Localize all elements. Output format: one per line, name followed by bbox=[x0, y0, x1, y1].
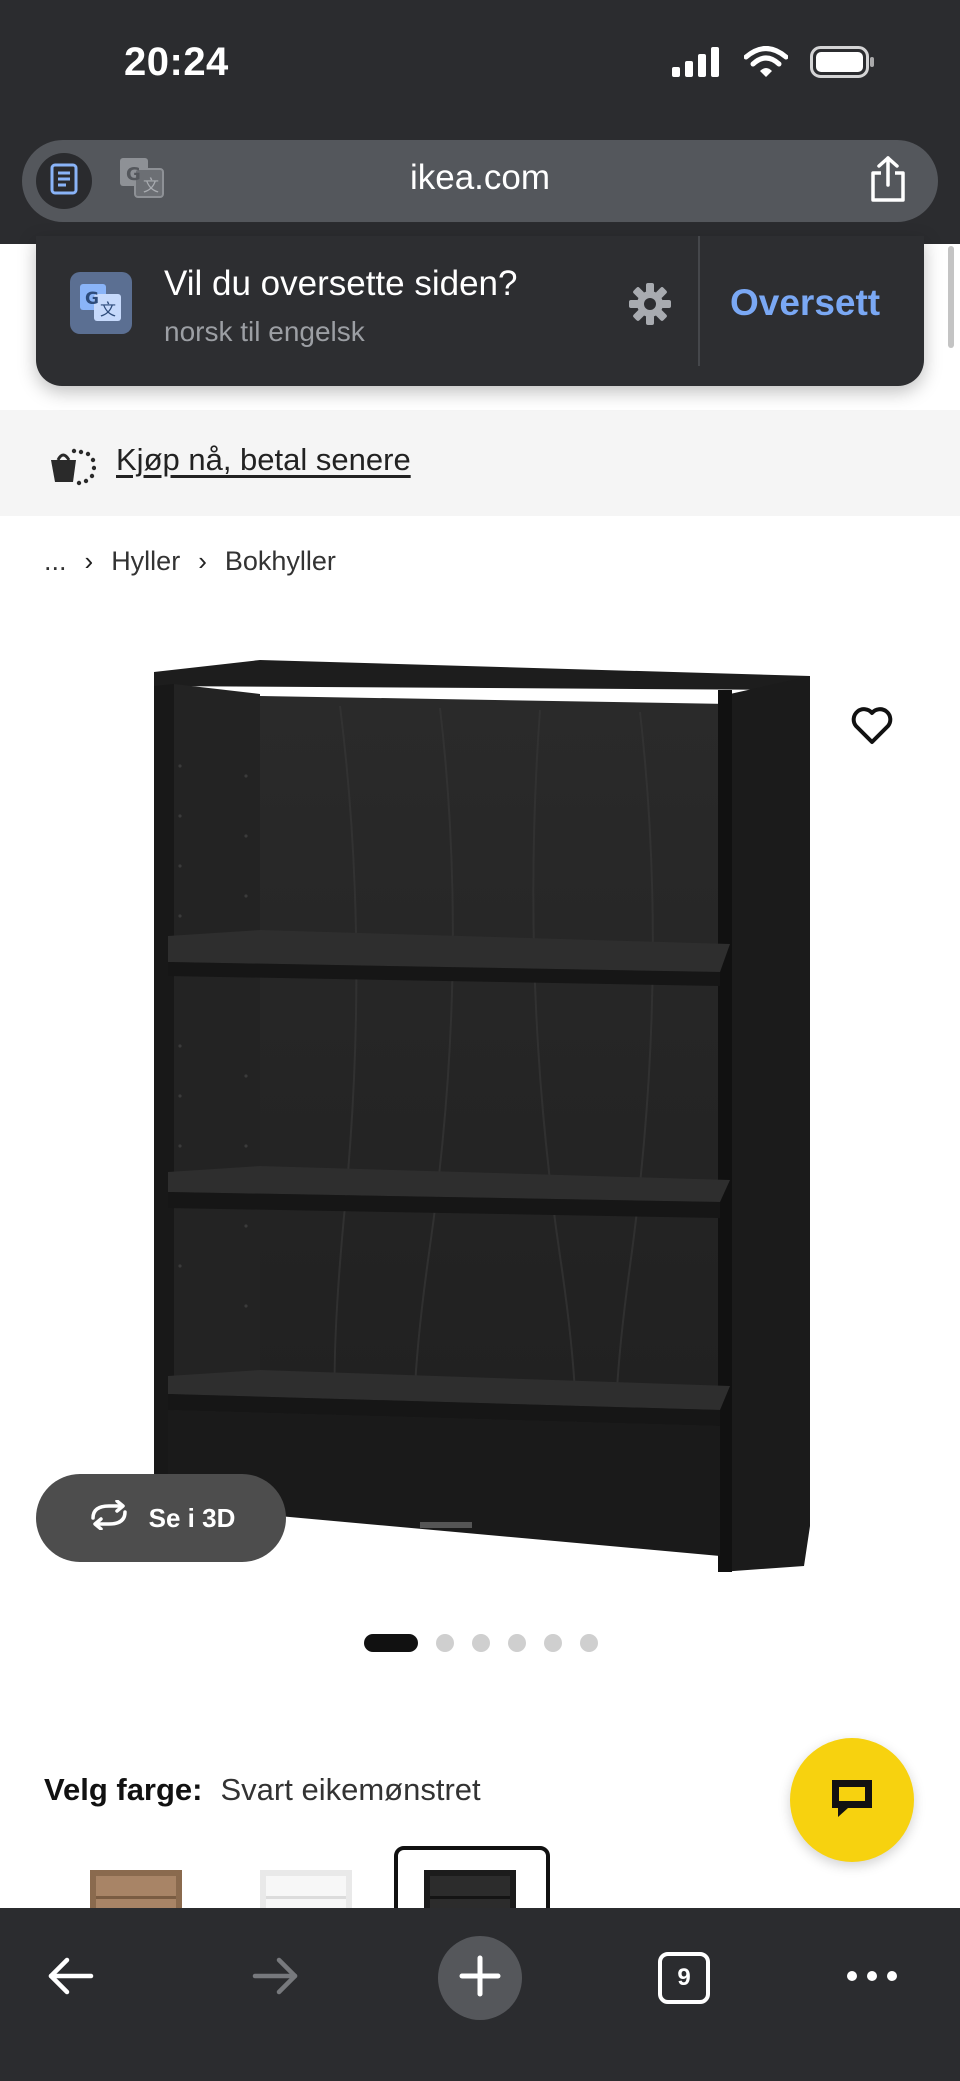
share-icon bbox=[868, 155, 908, 208]
translate-prompt-subtitle: norsk til engelsk bbox=[164, 316, 365, 347]
shopping-bag-icon bbox=[48, 446, 97, 486]
heart-icon bbox=[850, 706, 894, 751]
breadcrumb-item-bokhyller[interactable]: Bokhyller bbox=[225, 546, 336, 577]
back-arrow-icon bbox=[45, 1956, 95, 2001]
breadcrumb: ... › Hyller › Bokhyller bbox=[44, 546, 336, 577]
back-button[interactable] bbox=[28, 1936, 112, 2020]
view-in-3d-label: Se i 3D bbox=[148, 1502, 236, 1533]
more-button[interactable] bbox=[830, 1936, 914, 2020]
promo-banner: Kjøp nå, betal senere bbox=[0, 410, 960, 516]
wifi-icon bbox=[743, 46, 789, 83]
translate-prompt-title: Vil du oversette siden? bbox=[164, 264, 518, 303]
swatch-walnut[interactable] bbox=[60, 1846, 216, 1908]
translate-settings-button[interactable] bbox=[626, 282, 674, 330]
carousel-dot[interactable] bbox=[580, 1634, 598, 1652]
swatch-white[interactable] bbox=[230, 1846, 386, 1908]
carousel-dot[interactable] bbox=[364, 1634, 418, 1652]
chat-button[interactable] bbox=[790, 1738, 914, 1862]
breadcrumb-ellipsis[interactable]: ... bbox=[44, 546, 67, 577]
scroll-indicator[interactable] bbox=[948, 246, 954, 348]
status-icons bbox=[672, 46, 876, 83]
translate-button-oversett[interactable]: Oversett bbox=[730, 282, 880, 324]
rotate-3d-icon bbox=[87, 1498, 131, 1537]
carousel-dot[interactable] bbox=[472, 1634, 490, 1652]
tabs-button[interactable]: 9 bbox=[642, 1936, 726, 2020]
color-swatches bbox=[60, 1846, 580, 1908]
url-text[interactable]: ikea.com bbox=[22, 158, 938, 198]
divider bbox=[698, 236, 700, 366]
svg-text:文: 文 bbox=[100, 300, 116, 319]
battery-icon bbox=[810, 46, 876, 83]
forward-arrow-icon bbox=[251, 1956, 301, 2001]
svg-text:G: G bbox=[85, 289, 99, 309]
address-bar[interactable]: G 文 ikea.com bbox=[22, 140, 938, 222]
carousel-dot[interactable] bbox=[544, 1634, 562, 1652]
cellular-signal-icon bbox=[672, 47, 722, 82]
browser-toolbar: 9 bbox=[0, 1908, 960, 2081]
share-button[interactable] bbox=[862, 154, 914, 208]
breadcrumb-item-hyller[interactable]: Hyller bbox=[111, 546, 180, 577]
more-icon bbox=[846, 1969, 898, 1987]
chevron-right-icon: › bbox=[198, 546, 207, 576]
gear-icon bbox=[628, 282, 672, 331]
status-time: 20:24 bbox=[124, 40, 229, 84]
buy-now-pay-later-link[interactable]: Kjøp nå, betal senere bbox=[116, 442, 411, 478]
color-label: Velg farge: bbox=[44, 1772, 203, 1807]
view-in-3d-button[interactable]: Se i 3D bbox=[36, 1474, 286, 1562]
color-selection: Velg farge: Svart eikemønstret bbox=[44, 1772, 481, 1808]
swatch-black-oak[interactable] bbox=[394, 1846, 550, 1908]
color-value: Svart eikemønstret bbox=[220, 1772, 481, 1807]
product-image[interactable] bbox=[140, 646, 820, 1586]
new-tab-button[interactable] bbox=[438, 1936, 522, 2020]
forward-button[interactable] bbox=[234, 1936, 318, 2020]
favorite-button[interactable] bbox=[844, 700, 900, 756]
image-carousel-dots bbox=[364, 1634, 598, 1652]
browser-chrome: 20:24 G 文 ikea.com bbox=[0, 0, 960, 244]
translate-prompt: G 文 Vil du oversette siden? norsk til en… bbox=[36, 236, 924, 386]
google-translate-icon: G 文 bbox=[70, 272, 132, 334]
carousel-dot[interactable] bbox=[508, 1634, 526, 1652]
chevron-right-icon: › bbox=[84, 546, 94, 576]
chat-bubble-icon bbox=[828, 1776, 876, 1825]
carousel-dot[interactable] bbox=[436, 1634, 454, 1652]
tabs-icon: 9 bbox=[658, 1952, 710, 2004]
plus-icon bbox=[458, 1954, 502, 2003]
